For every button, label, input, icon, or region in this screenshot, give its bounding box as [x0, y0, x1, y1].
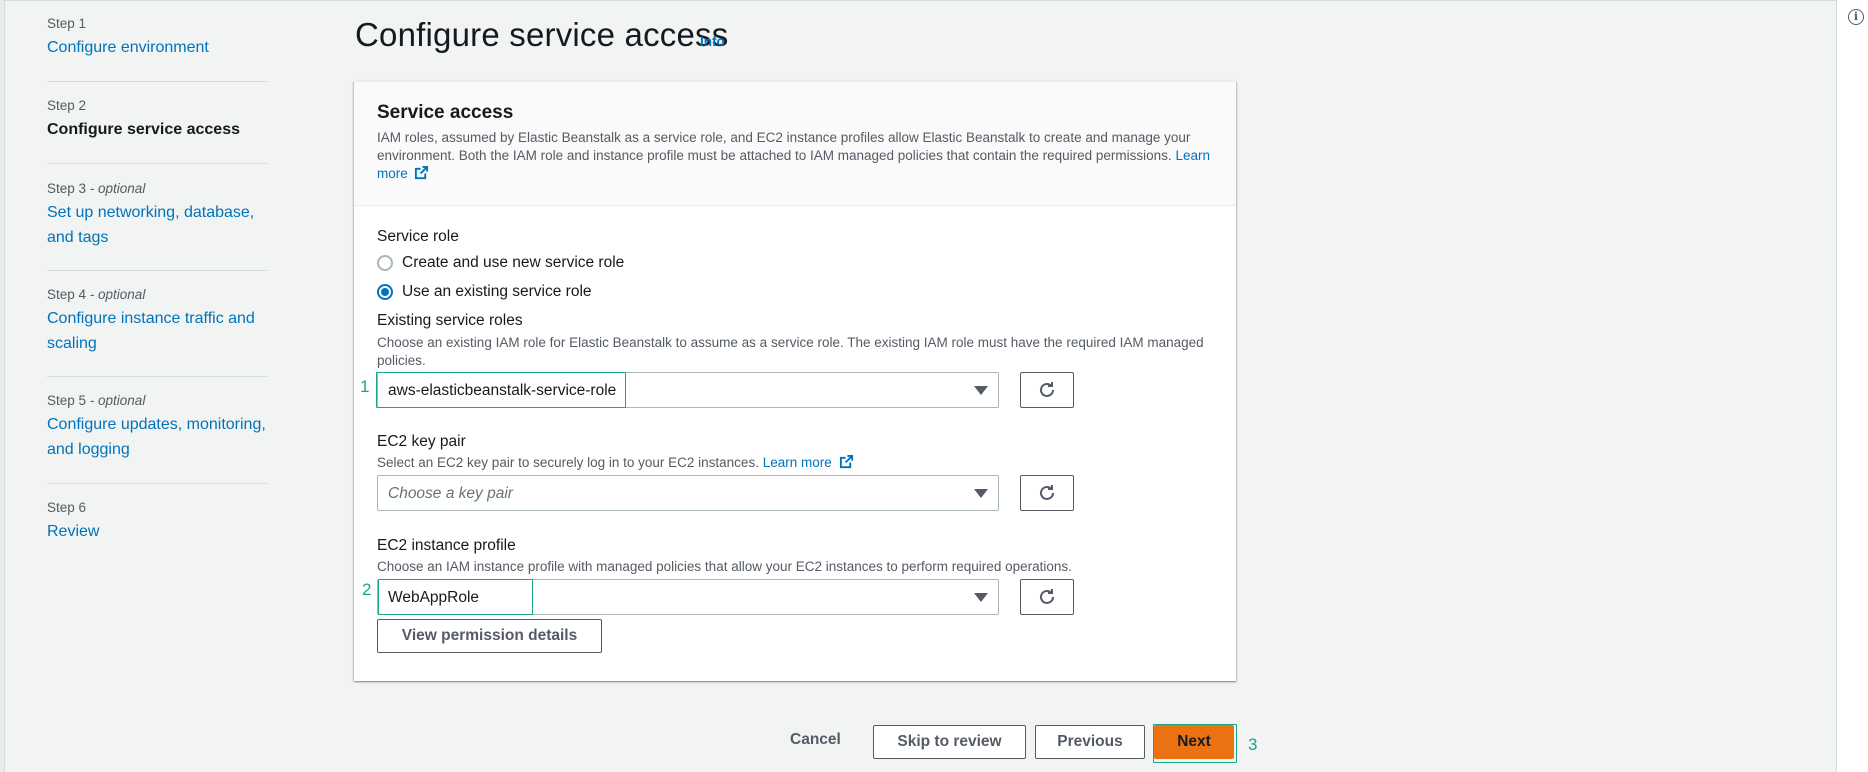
step-link-instance-traffic[interactable]: Configure instance traffic and scaling — [47, 306, 267, 356]
highlight-box-1 — [376, 372, 626, 408]
step-1: Step 1 Configure environment — [47, 16, 267, 60]
caret-down-icon — [974, 593, 988, 602]
highlight-box-2 — [378, 579, 533, 615]
highlight-box-3 — [1153, 724, 1237, 763]
step-link-updates-monitoring[interactable]: Configure updates, monitoring, and loggi… — [47, 412, 267, 462]
refresh-icon — [1040, 589, 1054, 604]
key-pair-select[interactable]: Choose a key pair — [377, 475, 999, 511]
radio-label: Create and use new service role — [402, 254, 625, 271]
step-divider — [47, 81, 267, 82]
page-title: Configure service access — [355, 16, 729, 53]
step-2: Step 2 Configure service access — [47, 98, 267, 142]
radio-label: Use an existing service role — [402, 283, 592, 300]
step-5: Step 5 - optional Configure updates, mon… — [47, 393, 267, 462]
step-optional: - optional — [86, 181, 146, 196]
refresh-key-pairs-button[interactable] — [1020, 475, 1074, 511]
step-number: Step 3 — [47, 181, 87, 196]
instance-profile-label: EC2 instance profile — [377, 537, 516, 554]
refresh-icon — [1040, 382, 1054, 397]
radio-button[interactable] — [377, 255, 393, 271]
key-pair-placeholder: Choose a key pair — [388, 485, 513, 502]
step-link-review[interactable]: Review — [47, 519, 267, 544]
marker-3: 3 — [1248, 735, 1258, 754]
key-pair-learn-more-link[interactable]: Learn more — [762, 454, 854, 470]
help-panel-rail — [1836, 0, 1868, 772]
instance-profile-description: Choose an IAM instance profile with mana… — [377, 559, 1072, 574]
window-left-border — [0, 0, 5, 772]
step-divider — [47, 163, 267, 164]
step-6: Step 6 Review — [47, 500, 267, 544]
panel-header: Service access IAM roles, assumed by Ela… — [354, 82, 1236, 206]
refresh-roles-button[interactable] — [1020, 372, 1074, 408]
service-role-label: Service role — [377, 228, 459, 245]
refresh-icon — [1040, 485, 1054, 500]
radio-create-new-role[interactable]: Create and use new service role — [377, 252, 624, 274]
radio-button-checked[interactable] — [377, 284, 393, 300]
step-link-networking[interactable]: Set up networking, database, and tags — [47, 200, 267, 250]
previous-button[interactable]: Previous — [1035, 725, 1145, 759]
radio-use-existing-role[interactable]: Use an existing service role — [377, 281, 592, 303]
existing-roles-label: Existing service roles — [377, 312, 523, 329]
panel-description: IAM roles, assumed by Elastic Beanstalk … — [377, 129, 1222, 183]
step-4: Step 4 - optional Configure instance tra… — [47, 287, 267, 356]
window-top-border — [0, 0, 1836, 1]
learn-more-label: Learn more — [762, 455, 832, 470]
step-number: Step 2 — [47, 98, 87, 113]
key-pair-description: Select an EC2 key pair to securely log i… — [377, 454, 1217, 472]
info-link[interactable]: Info — [700, 34, 725, 49]
marker-2: 2 — [362, 580, 372, 599]
step-divider — [47, 270, 267, 271]
step-optional: - optional — [86, 393, 146, 408]
step-number: Step 5 — [47, 393, 87, 408]
step-divider — [47, 483, 267, 484]
refresh-instance-profiles-button[interactable] — [1020, 579, 1074, 615]
external-link-icon — [414, 165, 428, 180]
step-number: Step 1 — [47, 16, 87, 31]
step-optional: - optional — [86, 287, 146, 302]
step-number: Step 4 — [47, 287, 87, 302]
existing-roles-description: Choose an existing IAM role for Elastic … — [377, 335, 1204, 368]
key-pair-label: EC2 key pair — [377, 433, 466, 450]
key-pair-description-text: Select an EC2 key pair to securely log i… — [377, 455, 759, 470]
marker-1: 1 — [360, 377, 370, 396]
step-3: Step 3 - optional Set up networking, dat… — [47, 181, 267, 250]
skip-to-review-button[interactable]: Skip to review — [873, 725, 1026, 759]
info-icon[interactable]: i — [1848, 9, 1864, 25]
step-divider — [47, 376, 267, 377]
caret-down-icon — [974, 489, 988, 498]
view-permission-details-button[interactable]: View permission details — [377, 619, 602, 653]
external-link-icon — [839, 454, 853, 469]
step-number: Step 6 — [47, 500, 87, 515]
caret-down-icon — [974, 386, 988, 395]
cancel-button[interactable]: Cancel — [790, 731, 841, 749]
panel-description-text: IAM roles, assumed by Elastic Beanstalk … — [377, 130, 1191, 163]
step-current-configure-service-access: Configure service access — [47, 121, 240, 138]
panel-title: Service access — [377, 102, 514, 123]
step-link-configure-environment[interactable]: Configure environment — [47, 35, 267, 60]
